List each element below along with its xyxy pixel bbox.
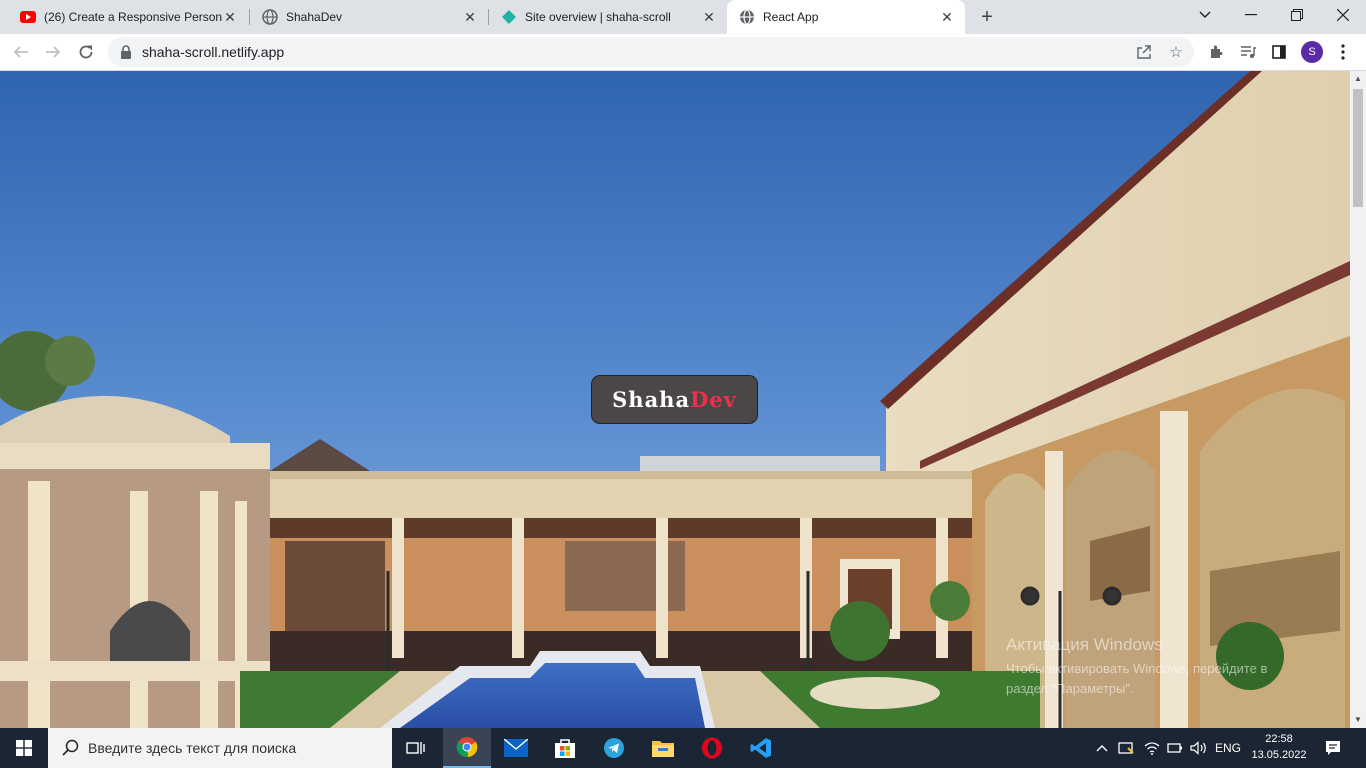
tab-youtube[interactable]: (26) Create a Responsive Persona ✕ xyxy=(8,0,248,34)
restore-button[interactable] xyxy=(1274,0,1320,30)
url-text: shaha-scroll.netlify.app xyxy=(142,44,285,60)
windows-logo-icon xyxy=(16,740,32,756)
battery-icon[interactable] xyxy=(1165,728,1185,768)
network-icon[interactable] xyxy=(1141,728,1163,768)
tab-title: Site overview | shaha-scroll xyxy=(525,10,671,24)
reload-button[interactable] xyxy=(72,38,100,66)
tab-search-icon[interactable] xyxy=(1182,0,1228,30)
page-scrollbar[interactable]: ▲ ▼ xyxy=(1350,71,1366,728)
start-button[interactable] xyxy=(0,728,48,768)
telegram-icon[interactable] xyxy=(590,728,638,768)
profile-avatar[interactable]: S xyxy=(1301,41,1323,63)
logo-text-dev: Dev xyxy=(690,387,737,412)
new-tab-button[interactable]: + xyxy=(976,6,998,28)
extensions-icon[interactable] xyxy=(1205,41,1227,63)
activation-line-1: Чтобы активировать Windows, перейдите в xyxy=(1006,661,1268,676)
clock-time: 22:58 xyxy=(1265,733,1293,745)
taskbar-search-box[interactable]: Введите здесь текст для поиска xyxy=(48,728,392,768)
page-viewport: Shaha Dev Активация Windows Чтобы активир… xyxy=(0,71,1350,728)
windows-activation-watermark: Активация Windows Чтобы активировать Win… xyxy=(1006,635,1267,699)
activation-line-2: раздел "Параметры". xyxy=(1006,681,1134,696)
netlify-icon xyxy=(501,9,517,25)
task-view-icon[interactable] xyxy=(392,728,440,768)
scroll-down-arrow-icon[interactable]: ▼ xyxy=(1350,712,1366,728)
tab-title: ShahaDev xyxy=(286,10,343,24)
bookmark-star-icon[interactable]: ☆ xyxy=(1166,42,1186,62)
scrollbar-thumb[interactable] xyxy=(1353,89,1363,207)
forward-button[interactable] xyxy=(39,38,67,66)
search-placeholder: Введите здесь текст для поиска xyxy=(88,740,297,756)
menu-dots-icon[interactable] xyxy=(1332,41,1354,63)
tab-shahadev[interactable]: ShahaDev ✕ xyxy=(250,0,488,34)
clock[interactable]: 22:58 13.05.2022 xyxy=(1242,731,1316,763)
back-button[interactable] xyxy=(7,38,35,66)
chevron-up-icon[interactable] xyxy=(1092,728,1112,768)
store-icon[interactable] xyxy=(541,728,589,768)
minimize-button[interactable] xyxy=(1228,0,1274,30)
clock-date: 13.05.2022 xyxy=(1251,749,1307,761)
mail-icon[interactable] xyxy=(492,728,540,768)
tab-title: React App xyxy=(763,10,819,24)
close-icon[interactable]: ✕ xyxy=(462,9,478,25)
close-icon[interactable]: ✕ xyxy=(222,9,238,25)
globe-icon xyxy=(739,9,755,25)
lock-icon[interactable] xyxy=(120,45,134,59)
browser-toolbar: shaha-scroll.netlify.app ☆ S xyxy=(0,34,1366,71)
address-bar[interactable]: shaha-scroll.netlify.app ☆ xyxy=(108,37,1194,67)
tab-react-app[interactable]: React App ✕ xyxy=(727,0,965,34)
tab-title: (26) Create a Responsive Persona xyxy=(44,10,222,24)
activation-title: Активация Windows xyxy=(1006,635,1163,654)
file-explorer-icon[interactable] xyxy=(639,728,687,768)
security-icon[interactable] xyxy=(1116,728,1136,768)
notifications-icon[interactable] xyxy=(1318,728,1348,768)
globe-icon xyxy=(262,9,278,25)
close-icon[interactable]: ✕ xyxy=(701,9,717,25)
shahadev-logo[interactable]: Shaha Dev xyxy=(591,375,758,424)
youtube-icon xyxy=(20,9,36,25)
volume-icon[interactable] xyxy=(1188,728,1210,768)
language-indicator[interactable]: ENG xyxy=(1212,728,1244,768)
media-control-icon[interactable] xyxy=(1237,41,1259,63)
close-window-button[interactable] xyxy=(1320,0,1366,30)
tab-strip: (26) Create a Responsive Persona ✕ Shaha… xyxy=(0,0,1366,34)
windows-taskbar: Введите здесь текст для поиска ENG 22:58 xyxy=(0,728,1366,768)
chrome-icon[interactable] xyxy=(443,728,491,768)
share-icon[interactable] xyxy=(1134,42,1154,62)
scroll-up-arrow-icon[interactable]: ▲ xyxy=(1350,71,1366,87)
search-icon xyxy=(62,739,79,756)
tab-netlify[interactable]: Site overview | shaha-scroll ✕ xyxy=(489,0,727,34)
vscode-icon[interactable] xyxy=(737,728,785,768)
close-icon[interactable]: ✕ xyxy=(939,9,955,25)
logo-text-shaha: Shaha xyxy=(612,387,691,412)
side-panel-icon[interactable] xyxy=(1268,41,1290,63)
opera-icon[interactable] xyxy=(688,728,736,768)
